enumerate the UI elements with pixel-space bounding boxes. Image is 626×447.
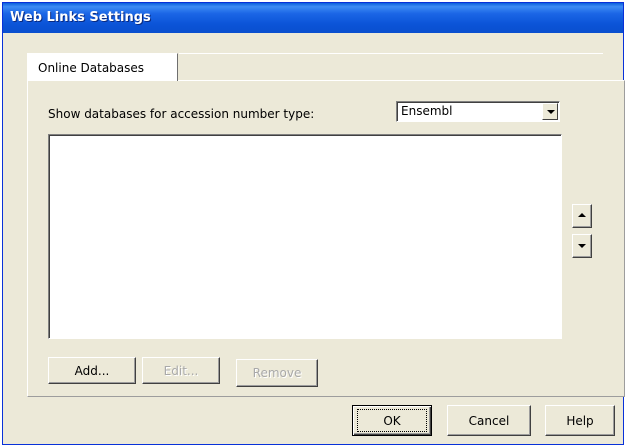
tab-label: Online Databases [38, 61, 145, 75]
edit-button[interactable]: Edit... [142, 357, 220, 384]
accession-type-select[interactable]: Ensembl [396, 101, 560, 122]
web-links-settings-window: Web Links Settings Online Databases Show… [2, 2, 625, 445]
edit-button-label: Edit... [163, 363, 199, 378]
add-button-label: Add... [74, 363, 110, 378]
ok-button-label: OK [383, 413, 401, 428]
accession-type-value: Ensembl [401, 104, 453, 118]
window-title: Web Links Settings [10, 10, 151, 25]
cancel-button[interactable]: Cancel [447, 405, 531, 436]
tab-strip-line [179, 53, 603, 54]
add-button[interactable]: Add... [48, 357, 136, 384]
arrow-down-icon [578, 244, 586, 248]
help-button-label: Help [566, 413, 594, 428]
ok-button[interactable]: OK [352, 405, 432, 436]
chevron-down-icon [547, 110, 555, 114]
accession-type-label: Show databases for accession number type… [48, 107, 315, 121]
title-bar[interactable]: Web Links Settings [3, 3, 623, 33]
arrow-up-icon [578, 213, 586, 217]
help-button[interactable]: Help [545, 405, 615, 436]
cancel-button-label: Cancel [468, 413, 510, 428]
tab-online-databases[interactable]: Online Databases [27, 53, 178, 81]
online-databases-panel: Show databases for accession number type… [27, 80, 625, 397]
move-down-button[interactable] [572, 234, 592, 258]
database-list[interactable] [48, 134, 562, 339]
move-up-button[interactable] [572, 204, 592, 228]
remove-button[interactable]: Remove [236, 359, 318, 387]
dropdown-button[interactable] [542, 103, 558, 120]
remove-button-label: Remove [252, 366, 302, 380]
